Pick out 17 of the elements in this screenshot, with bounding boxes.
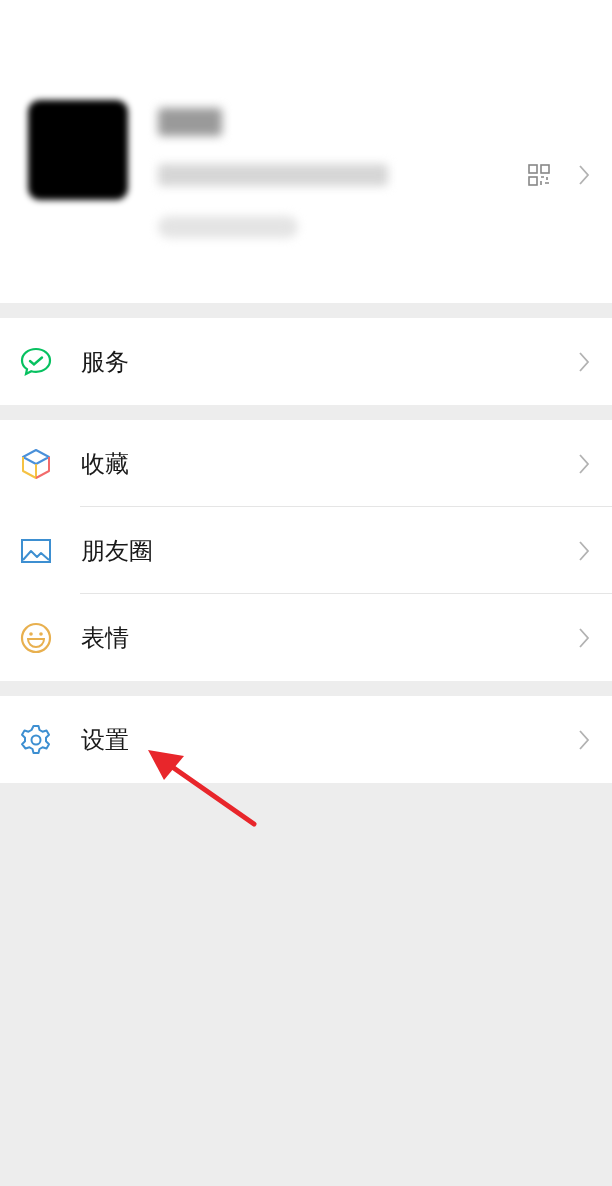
chevron-right-icon	[578, 164, 590, 186]
smiley-icon	[19, 620, 53, 655]
blurred-name-placeholder	[158, 108, 222, 136]
menu-item-label: 设置	[81, 724, 130, 756]
menu-item-label: 收藏	[81, 448, 130, 480]
cube-icon	[19, 446, 53, 481]
chevron-right-icon	[578, 350, 590, 373]
menu-item-label: 朋友圈	[81, 535, 154, 567]
menu-item-label: 服务	[81, 346, 130, 378]
chevron-right-icon	[578, 539, 590, 562]
chevron-right-icon	[578, 626, 590, 649]
menu-item-label: 表情	[81, 622, 130, 654]
chevron-right-icon	[578, 728, 590, 751]
chevron-right-icon	[578, 452, 590, 475]
profile-card[interactable]	[0, 0, 612, 303]
qr-code-icon[interactable]	[528, 164, 550, 186]
settings-icon	[19, 722, 53, 757]
